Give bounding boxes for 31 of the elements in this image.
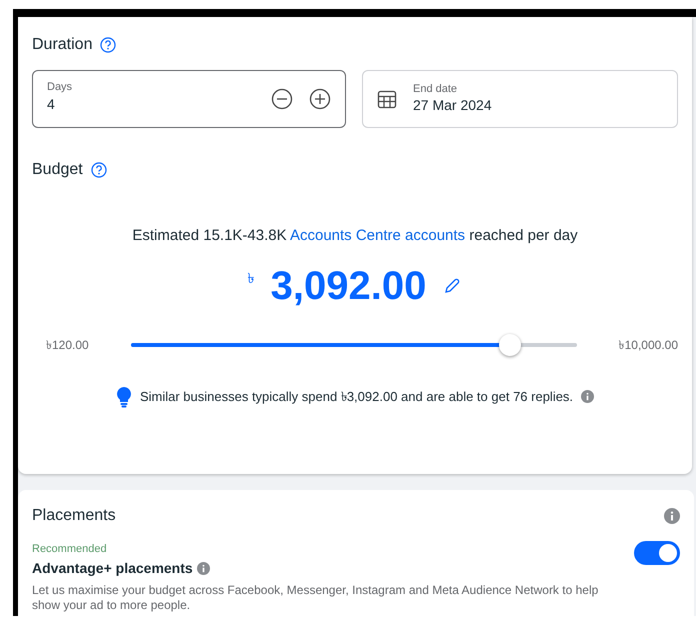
date-value: 27 Mar 2024 [413, 96, 492, 115]
budget-slider[interactable] [130, 334, 577, 356]
accounts-link[interactable]: Accounts Centre accounts [290, 227, 466, 244]
currency-symbol: ৳ [248, 268, 255, 288]
field-label: End date [413, 82, 458, 95]
max-budget-label: ৳10,000.00 [618, 336, 678, 354]
tip-text: Similar businesses typically spend ৳3,092.00 and are able to get 76 replies. [140, 388, 574, 406]
recommended-label: Recommended [32, 542, 108, 558]
toggle-switch[interactable] [634, 541, 680, 566]
lightbulb-icon [116, 386, 132, 408]
help-icon[interactable] [100, 36, 116, 53]
info-icon[interactable] [664, 508, 680, 524]
minus-button[interactable] [271, 88, 293, 110]
help-icon[interactable] [90, 162, 107, 178]
reach-estimate: Estimated 15.1K-43.8K Accounts Centre accounts reached per day [132, 226, 578, 246]
field-label: Days [47, 81, 74, 94]
option-title: Advantage+ placements [32, 558, 193, 578]
budget-amount: 3,092.00 [270, 266, 426, 306]
section-title: Duration [32, 35, 92, 54]
option-description: Let us maximise your budget across Facebook, Messenger, Instagram and Meta Audience Network to help show your ad to more people. [32, 582, 600, 614]
info-icon[interactable] [196, 562, 210, 575]
plus-button[interactable] [309, 88, 331, 110]
section-title: Placements [32, 506, 116, 526]
min-budget-label: ৳120.00 [46, 336, 89, 354]
calendar-icon [377, 89, 397, 110]
days-field[interactable]: Days 4 [32, 70, 346, 128]
slider-handle[interactable] [498, 334, 521, 356]
info-icon[interactable] [581, 390, 594, 404]
days-input[interactable]: 4 [47, 94, 107, 116]
section-title: Budget [32, 160, 83, 180]
end-date-field[interactable]: End date 27 Mar 2024 [362, 70, 678, 128]
